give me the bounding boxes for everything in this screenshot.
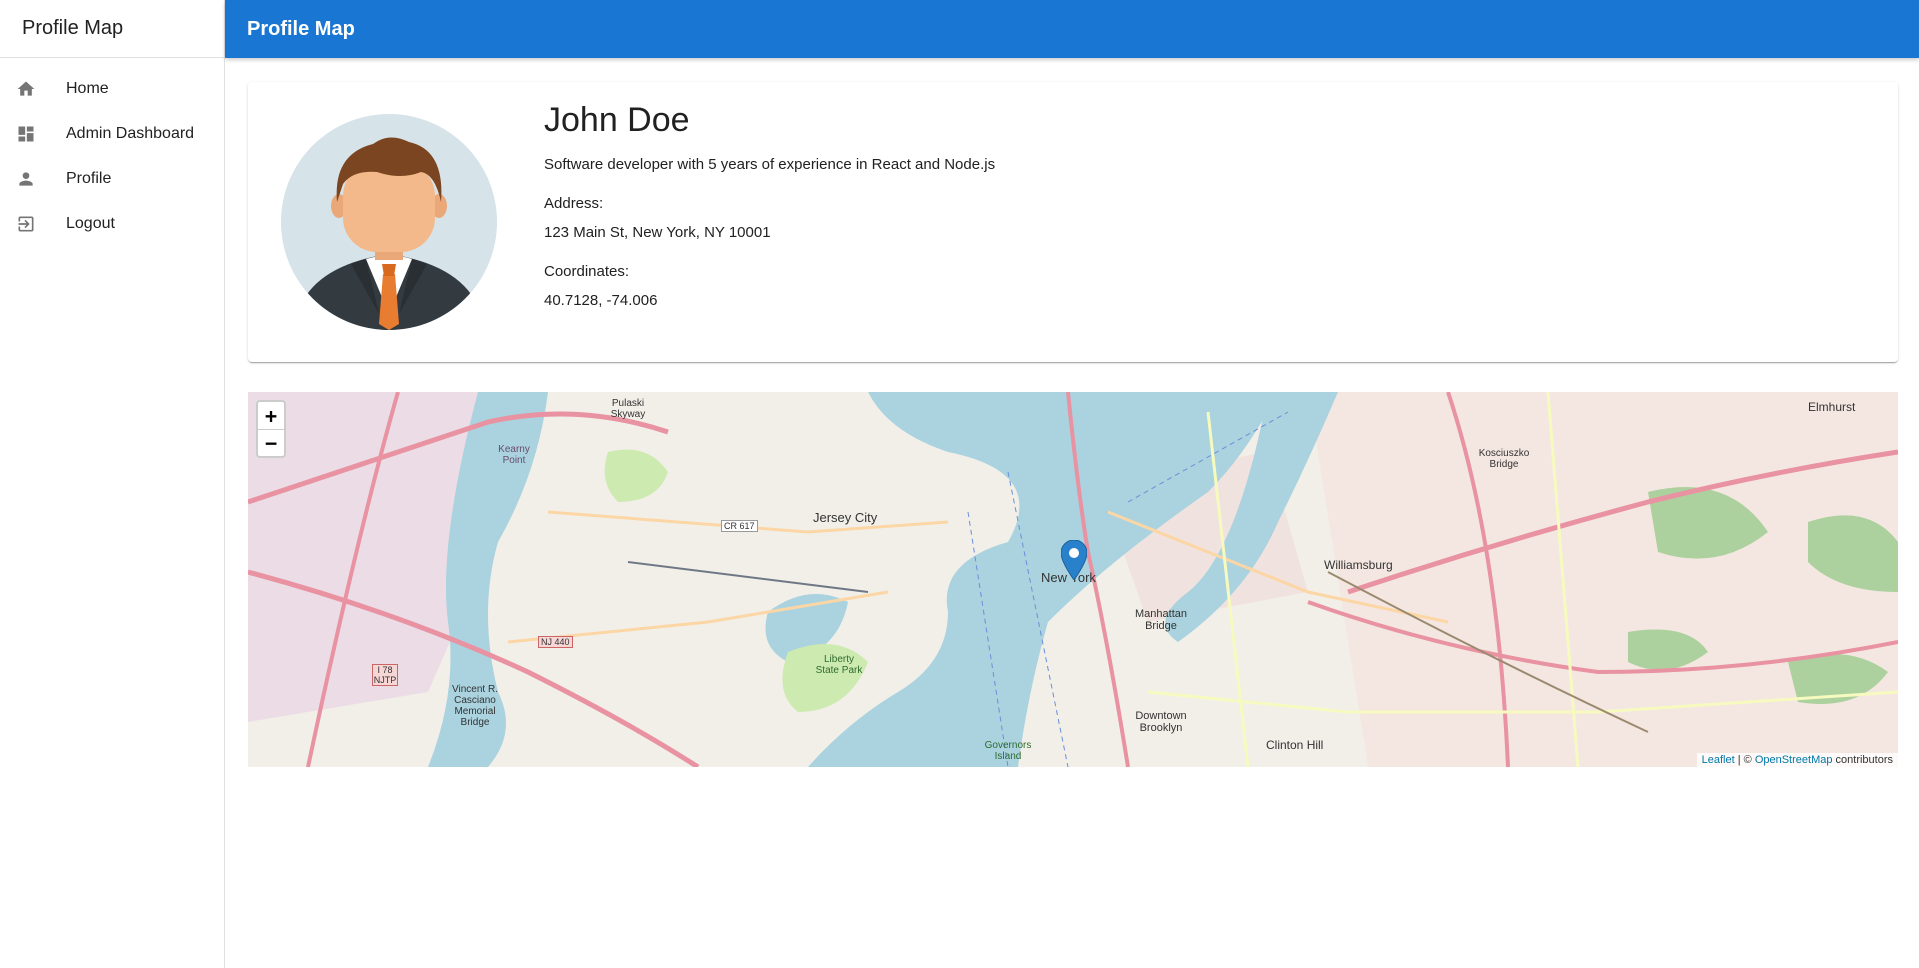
sidebar-item-label: Logout	[66, 214, 115, 232]
profile-name: John Doe	[544, 101, 690, 139]
map-label-kosciuszko-bridge: Kosciuszko Bridge	[1478, 448, 1530, 470]
map-label-i78: I 78 NJTP	[372, 664, 398, 686]
sidebar-brand: Profile Map	[0, 0, 224, 58]
sidebar-nav: Home Admin Dashboard Profile Logout	[0, 58, 224, 246]
avatar-illustration	[281, 114, 497, 330]
person-icon	[16, 169, 36, 189]
sidebar-item-profile[interactable]: Profile	[0, 156, 224, 201]
map-label-jersey-city: Jersey City	[813, 510, 878, 525]
sidebar: Profile Map Home Admin Dashboard Profile	[0, 0, 225, 968]
app: Profile Map Home Admin Dashboard Profile	[0, 0, 1919, 968]
map-label-nj440: NJ 440	[538, 636, 573, 648]
map-label-clinton-hill: Clinton Hill	[1266, 738, 1324, 752]
page-title: Profile Map	[247, 17, 355, 40]
leaflet-link[interactable]: Leaflet	[1702, 754, 1735, 766]
attribution-separator: | ©	[1734, 754, 1755, 766]
sidebar-item-label: Profile	[66, 169, 112, 187]
avatar	[281, 114, 497, 330]
map-label-kearny-point: Kearny Point	[498, 444, 530, 466]
profile-bio: Software developer with 5 years of exper…	[544, 156, 996, 174]
map-container[interactable]: New York Jersey City Williamsburg Manhat…	[248, 392, 1898, 767]
map-label-vincent-bridge: Vincent R. Casciano Memorial Bridge	[452, 684, 498, 728]
profile-card: John Doe Software developer with 5 years…	[248, 82, 1898, 362]
coordinates-value: 40.7128, -74.006	[544, 292, 658, 310]
map-label-downtown-brooklyn: Downtown Brooklyn	[1135, 710, 1187, 734]
map-label-elmhurst: Elmhurst	[1808, 400, 1856, 414]
map-label-pulaski-skyway: Pulaski Skyway	[610, 398, 646, 420]
zoom-in-button[interactable]: +	[258, 402, 284, 429]
address-label: Address:	[544, 195, 604, 213]
dashboard-icon	[16, 124, 36, 144]
sidebar-item-logout[interactable]: Logout	[0, 201, 224, 246]
sidebar-item-home[interactable]: Home	[0, 66, 224, 111]
sidebar-item-admin-dashboard[interactable]: Admin Dashboard	[0, 111, 224, 156]
map-label-manhattan-bridge: Manhattan Bridge	[1135, 608, 1187, 632]
osm-link[interactable]: OpenStreetMap	[1755, 754, 1833, 766]
map-label-cr617: CR 617	[721, 520, 758, 532]
map-attribution: Leaflet | © OpenStreetMap contributors	[1696, 753, 1898, 767]
map-label-liberty-state-park: Liberty State Park	[815, 654, 863, 676]
location-marker-icon[interactable]	[1060, 539, 1088, 581]
coordinates-label: Coordinates:	[544, 263, 630, 281]
map-label-governors-island: Governors Island	[984, 740, 1032, 762]
home-icon	[16, 79, 36, 99]
sidebar-item-label: Admin Dashboard	[66, 124, 195, 142]
address-value: 123 Main St, New York, NY 10001	[544, 224, 771, 242]
zoom-out-button[interactable]: −	[258, 429, 284, 456]
logout-icon	[16, 214, 36, 234]
profile-info: John Doe Software developer with 5 years…	[544, 98, 995, 329]
map-label-williamsburg: Williamsburg	[1324, 558, 1393, 572]
attribution-suffix: contributors	[1832, 754, 1893, 766]
app-bar: Profile Map	[225, 0, 1919, 58]
sidebar-item-label: Home	[66, 79, 109, 97]
zoom-control: + −	[256, 400, 286, 458]
